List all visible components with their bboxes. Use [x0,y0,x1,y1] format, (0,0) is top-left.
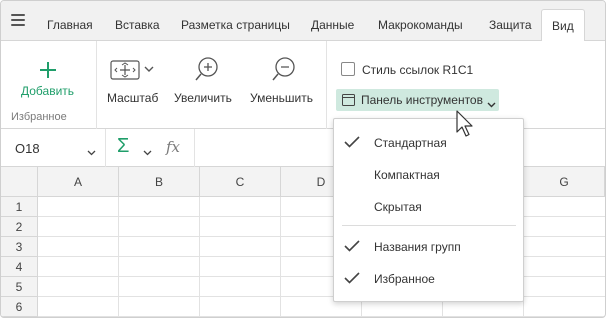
zoom-out-icon[interactable] [271,56,297,85]
menu-item-favorites[interactable]: Избранное [334,263,523,295]
tab-page-layout[interactable]: Разметка страницы [181,9,290,41]
menu-divider [342,225,516,226]
menu-item-hidden[interactable]: Скрытая [334,191,523,223]
row-header[interactable]: 6 [1,297,38,317]
zoom-in-icon[interactable] [194,56,220,85]
r1c1-checkbox[interactable] [341,62,355,76]
menu-item-group-names[interactable]: Названия групп [334,231,523,263]
row-header[interactable]: 2 [1,217,38,237]
formula-divider [105,129,106,167]
toolbar-button-label: Панель инструментов [361,93,483,107]
scale-button[interactable]: Масштаб [107,91,158,105]
checkmark-icon [344,240,360,255]
group-divider [326,41,327,129]
column-header[interactable]: B [119,167,200,197]
mouse-pointer-icon [455,110,475,141]
tab-view[interactable]: Вид [541,9,585,42]
formula-divider [194,129,195,167]
zoom-in-button[interactable]: Увеличить [174,91,232,105]
function-icon[interactable]: fx [166,138,180,156]
menu-item-standard[interactable]: Стандартная [334,127,523,159]
column-header[interactable]: A [38,167,119,197]
checkmark-icon [344,136,360,151]
tab-macros[interactable]: Макрокоманды [378,9,463,41]
name-box-chevron-icon[interactable] [87,145,96,159]
column-header[interactable]: G [524,167,605,197]
toolbar-dropdown-menu: Стандартная Компактная Скрытая Названия … [333,118,524,302]
sum-chevron-icon[interactable] [143,145,152,159]
tab-protection[interactable]: Защита [489,9,532,41]
grid-line [280,197,281,317]
grid-line [38,316,605,317]
row-header[interactable]: 3 [1,237,38,257]
row-header[interactable]: 5 [1,277,38,297]
plus-icon[interactable] [38,60,58,83]
grid-line [118,197,119,317]
ribbon-tabbar: Главная Вставка Разметка страницы Данные… [1,1,605,42]
menu-item-label: Избранное [374,272,435,286]
toolbar-dropdown-button[interactable]: Панель инструментов [336,89,499,111]
menu-item-label: Компактная [374,168,440,182]
checkmark-icon [344,272,360,287]
add-favorite-button[interactable]: Добавить [21,84,74,98]
hamburger-menu-icon[interactable] [11,14,25,26]
menu-item-compact[interactable]: Компактная [334,159,523,191]
menu-item-label: Скрытая [374,200,422,214]
r1c1-label: Стиль ссылок R1C1 [362,63,474,77]
name-box[interactable]: O18 [15,141,40,156]
group-divider [96,41,97,129]
zoom-out-button[interactable]: Уменьшить [250,91,313,105]
column-header[interactable]: C [200,167,281,197]
row-header[interactable]: 4 [1,257,38,277]
grid-line [199,197,200,317]
menu-item-label: Стандартная [374,136,447,150]
tab-data[interactable]: Данные [311,9,354,41]
sum-icon[interactable]: Σ [117,135,129,158]
menu-item-label: Названия групп [374,240,461,254]
tab-insert[interactable]: Вставка [115,9,160,41]
tab-home[interactable]: Главная [47,9,93,41]
row-header[interactable]: 1 [1,197,38,217]
toolbar-window-icon [342,94,355,109]
spreadsheet-window: Главная Вставка Разметка страницы Данные… [0,0,606,318]
scale-icon[interactable] [110,59,156,84]
select-all-corner[interactable] [1,167,38,197]
ribbon-view: Добавить Избранное Масштаб Увеличить Уме… [1,41,605,129]
favorites-group-label: Избранное [11,111,67,123]
chevron-down-icon [487,97,496,111]
